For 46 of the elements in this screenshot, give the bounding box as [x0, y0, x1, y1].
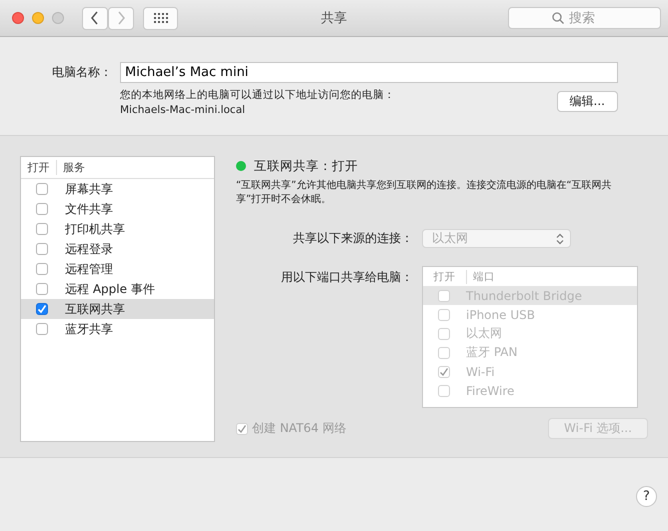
column-header: 端口: [472, 270, 495, 284]
description-text: “互联网共享”允许其他电脑共享您到互联网的连接。连接交流电源的电脑在“互联网共享”打开时不会休眠。: [236, 179, 613, 207]
close-button[interactable]: [12, 12, 24, 24]
computer-name-field[interactable]: Michael’s Mac mini: [120, 62, 618, 83]
column-header: 服务: [62, 160, 85, 175]
computer-name-label: 电脑名称：: [51, 64, 112, 81]
help-button[interactable]: ?: [636, 486, 657, 507]
window-title: 共享: [321, 10, 347, 27]
status-text: 互联网共享：打开: [254, 158, 358, 174]
service-row[interactable]: 打印机共享: [21, 219, 214, 239]
chevron-right-icon: [116, 11, 126, 25]
checkbox[interactable]: [36, 183, 48, 195]
up-down-icon: [556, 232, 564, 244]
checkbox[interactable]: [36, 203, 48, 215]
service-row[interactable]: 远程 Apple 事件: [21, 279, 214, 299]
service-row[interactable]: 蓝牙共享: [21, 319, 214, 339]
service-row[interactable]: 远程管理: [21, 259, 214, 279]
grid-icon: [152, 13, 168, 23]
show-all-button[interactable]: [143, 6, 178, 30]
column-header: 打开: [21, 160, 57, 175]
checkbox[interactable]: [36, 243, 48, 255]
service-row[interactable]: 远程登录: [21, 239, 214, 259]
source-label: 共享以下来源的连接：: [292, 230, 414, 247]
zoom-button[interactable]: [52, 12, 64, 24]
local-address: Michaels-Mac-mini.local: [120, 103, 246, 118]
column-header: 打开: [423, 270, 467, 284]
minimize-button[interactable]: [32, 12, 44, 24]
ports-label: 用以下端口共享给电脑：: [280, 269, 414, 286]
search-icon: [552, 12, 564, 24]
checkmark-icon: [439, 366, 449, 376]
checkmark-icon: [37, 304, 47, 314]
checkbox[interactable]: [36, 263, 48, 275]
address-hint: 您的本地网络上的电脑可以通过以下地址访问您的电脑：: [120, 88, 395, 103]
checkmark-icon: [237, 424, 247, 434]
chevron-left-icon: [90, 11, 100, 25]
checkbox[interactable]: [36, 283, 48, 295]
service-row[interactable]: 文件共享: [21, 199, 214, 219]
service-row[interactable]: 互联网共享: [21, 299, 214, 319]
checkbox[interactable]: [36, 323, 48, 335]
nat64-label: 创建 NAT64 网络: [252, 420, 346, 437]
back-button[interactable]: [82, 6, 108, 30]
search-field[interactable]: 搜索: [508, 7, 661, 29]
checkbox[interactable]: [36, 303, 48, 315]
edit-button[interactable]: 编辑...: [556, 91, 618, 112]
checkbox[interactable]: [36, 223, 48, 235]
service-row[interactable]: 屏幕共享: [21, 179, 214, 199]
